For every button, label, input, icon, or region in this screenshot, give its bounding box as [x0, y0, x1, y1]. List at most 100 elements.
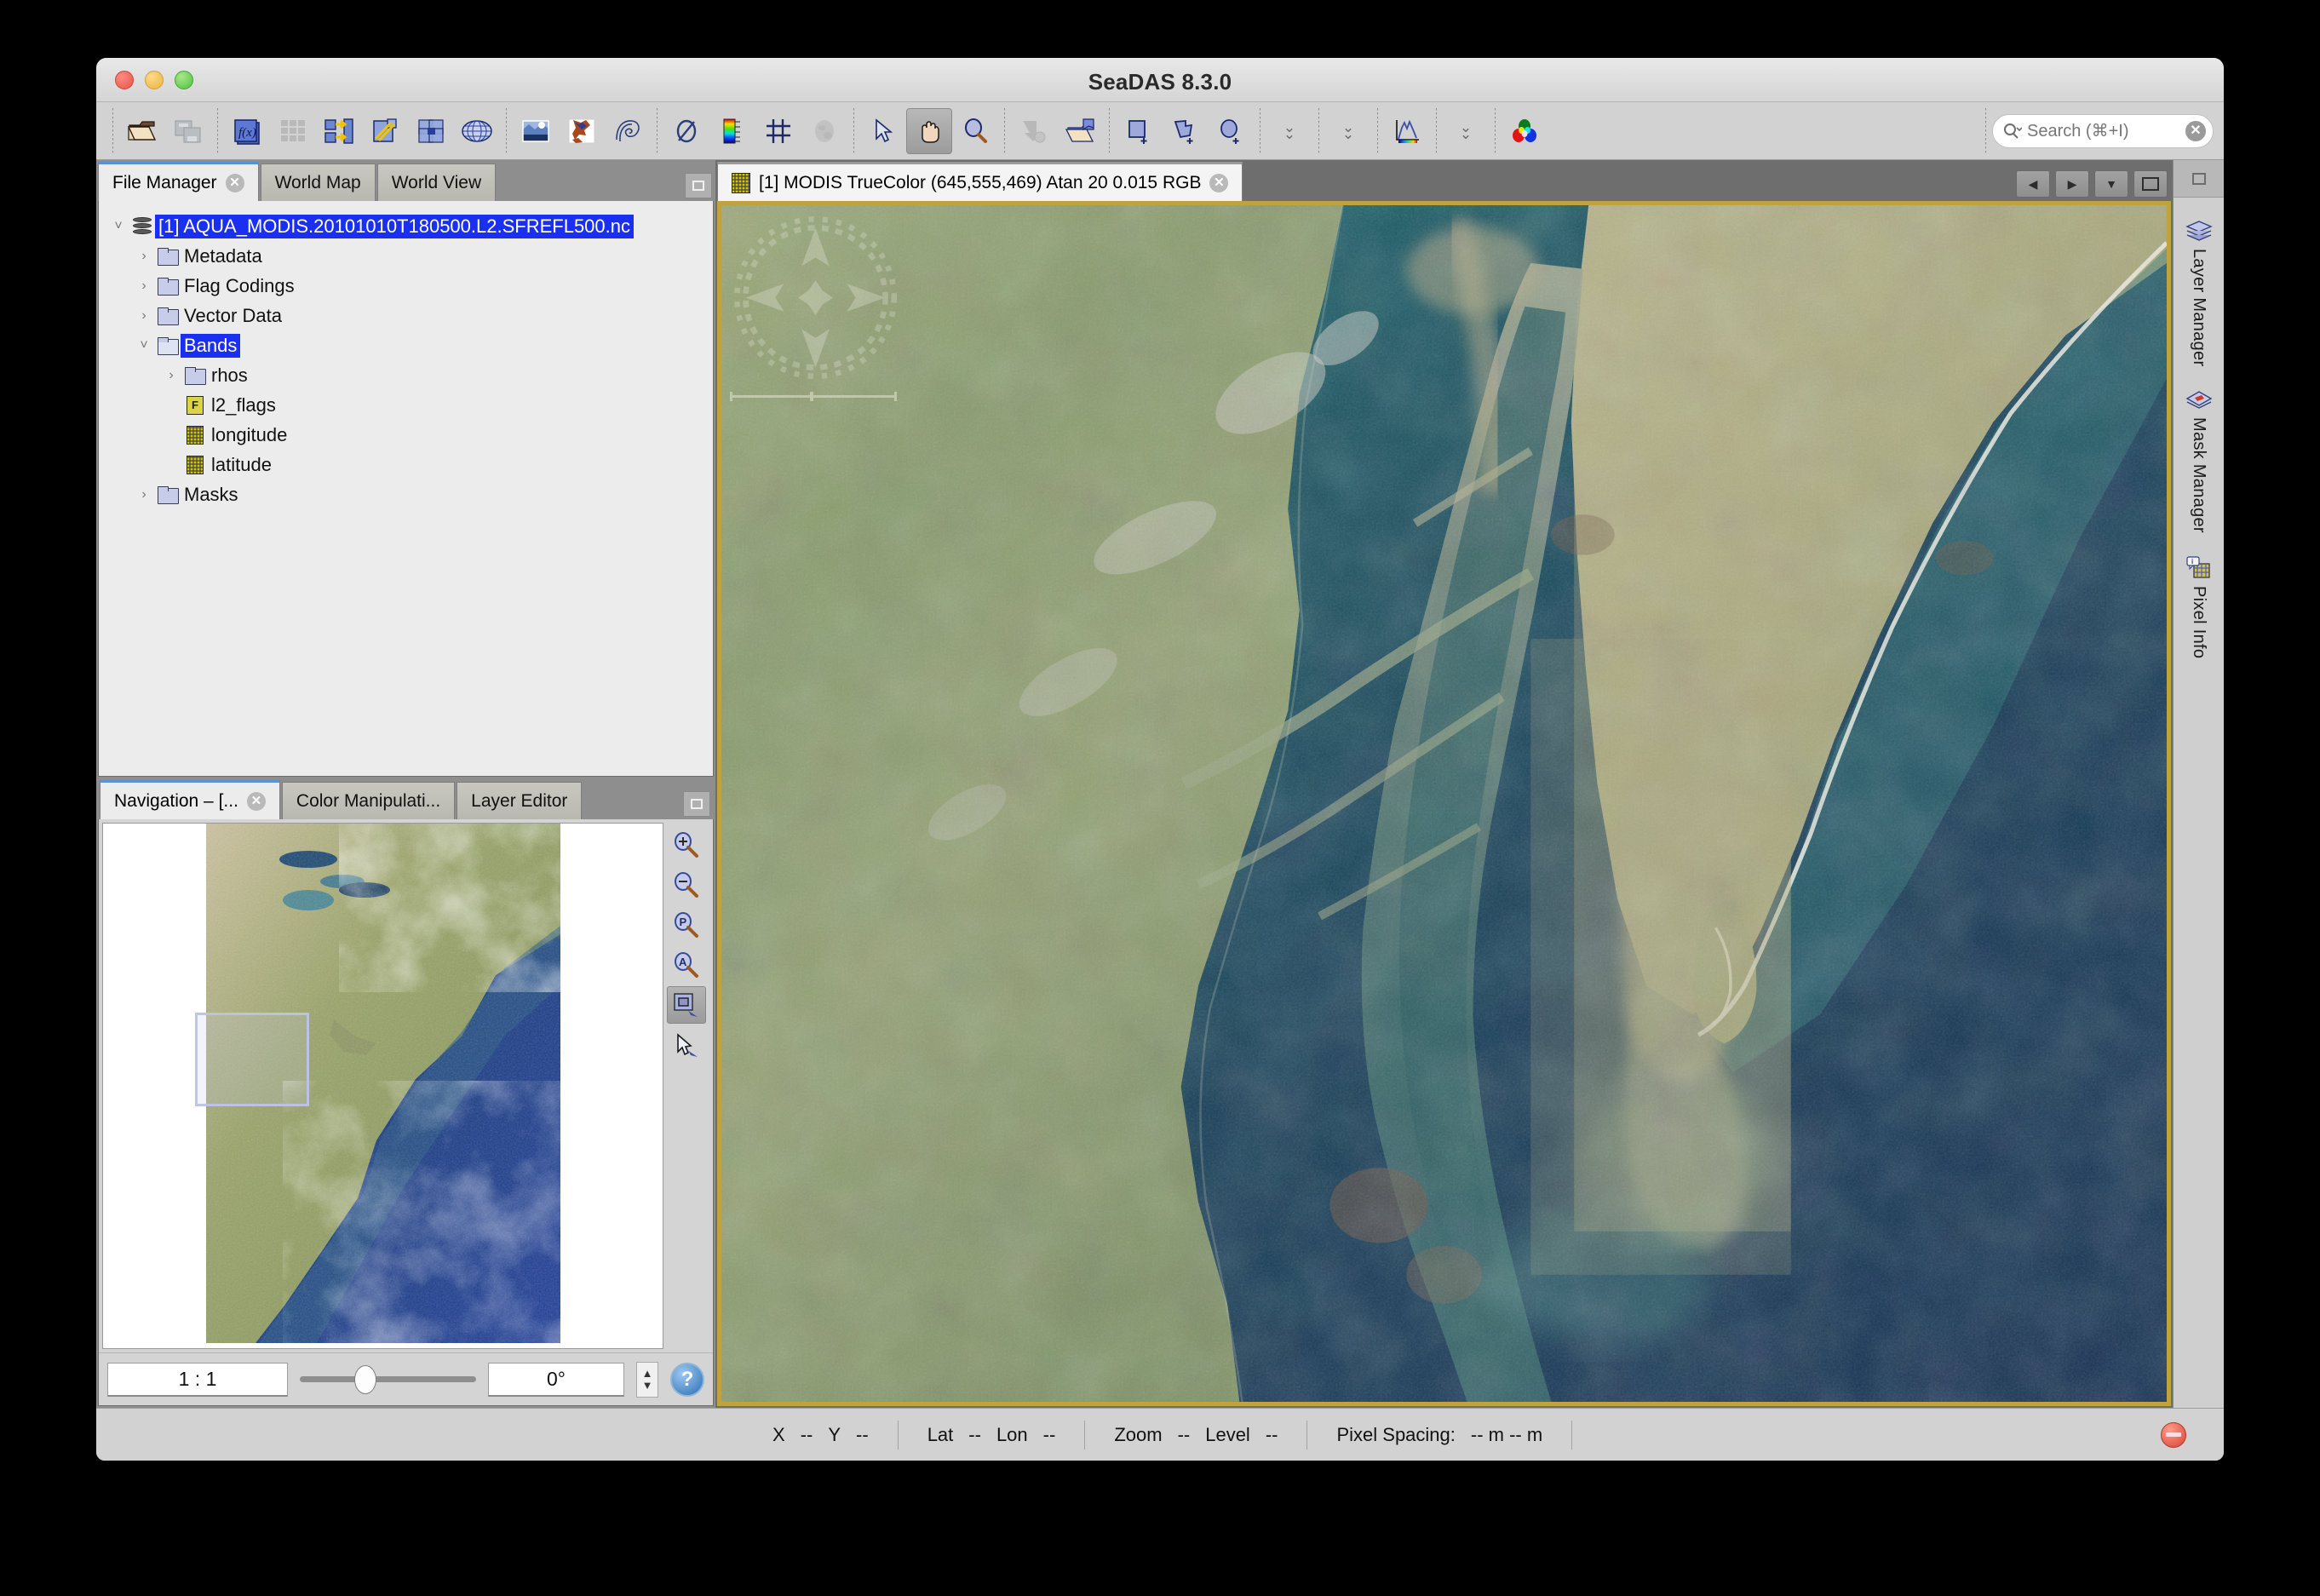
chevron-right-icon[interactable]: ›	[133, 308, 155, 324]
close-icon[interactable]: ✕	[1209, 173, 1229, 192]
rail-item-pixel-info[interactable]: i Pixel Info	[2185, 555, 2213, 659]
rail-item-layer-manager[interactable]: Layer Manager	[2185, 220, 2213, 366]
tree-node-rhos[interactable]: › rhos	[99, 360, 713, 390]
chevron-down-icon[interactable]: ⌄ ⌄	[1443, 108, 1489, 154]
toolbar-separator	[853, 107, 854, 154]
float-panel-icon[interactable]	[2174, 160, 2224, 198]
mask-overlay-icon[interactable]	[801, 108, 847, 154]
rgb-profile-icon[interactable]	[1502, 108, 1548, 154]
tree-node-product-label: [1] AQUA_MODIS.20101010T180500.L2.SFREFL…	[155, 214, 634, 238]
stepper-up-icon[interactable]: ▲	[642, 1367, 653, 1380]
clear-icon[interactable]: ✕	[2185, 120, 2206, 141]
zoom-all-icon[interactable]: A	[667, 946, 706, 984]
open-product-icon[interactable]	[119, 108, 165, 154]
float-panel-icon[interactable]	[685, 173, 712, 198]
chevron-down-icon[interactable]: ⌄ ⌄	[1266, 108, 1312, 154]
tree-node-bands[interactable]: ˅ Bands	[99, 330, 713, 360]
tab-world-view[interactable]: World View	[376, 164, 497, 201]
graticule-icon[interactable]	[755, 108, 801, 154]
zoom-slider-knob[interactable]	[354, 1364, 377, 1394]
navigation-tabstrip: Navigation – [... ✕ Color Manipulati... …	[98, 778, 714, 819]
maximize-view-button[interactable]	[2133, 170, 2168, 198]
open-rgb-image-icon[interactable]	[513, 108, 559, 154]
image-view-column: [1] MODIS TrueColor (645,555,469) Atan 2…	[715, 160, 2173, 1408]
help-icon[interactable]: ?	[670, 1362, 704, 1397]
sync-cursor-icon[interactable]	[667, 1026, 706, 1064]
rotation-field[interactable]: 0°	[488, 1362, 624, 1397]
close-icon[interactable]: ✕	[246, 791, 266, 811]
chevron-right-icon[interactable]: ›	[160, 368, 182, 383]
tab-navigation[interactable]: Navigation – [... ✕	[100, 780, 280, 819]
float-panel-icon[interactable]	[683, 791, 710, 817]
navigation-panel: Navigation – [... ✕ Color Manipulati... …	[98, 778, 714, 1406]
sync-views-icon[interactable]	[667, 986, 706, 1024]
chevron-right-icon[interactable]: ›	[133, 487, 155, 502]
reprojection-icon[interactable]	[454, 108, 500, 154]
chevron-down-icon[interactable]: ˅	[107, 219, 129, 234]
tab-image-view[interactable]: [1] MODIS TrueColor (645,555,469) Atan 2…	[717, 162, 1243, 201]
tab-file-manager[interactable]: File Manager ✕	[98, 162, 259, 201]
rail-item-mask-manager[interactable]: Mask Manager	[2185, 388, 2213, 533]
colorbar-icon[interactable]	[709, 108, 755, 154]
image-view-canvas[interactable]	[717, 201, 2171, 1406]
navigation-thumbnail[interactable]	[102, 823, 663, 1349]
tree-node-masks[interactable]: › Masks	[99, 479, 713, 509]
chevron-right-icon[interactable]: ›	[133, 249, 155, 264]
search-icon	[2004, 123, 2022, 139]
tree-node-l2-flags[interactable]: › F l2_flags	[99, 390, 713, 420]
scroll-right-button[interactable]: ▶	[2055, 170, 2089, 198]
chevron-down-icon[interactable]: ⌄ ⌄	[1325, 108, 1371, 154]
tree-node-vector-data[interactable]: › Vector Data	[99, 301, 713, 330]
product-grid-icon[interactable]	[270, 108, 316, 154]
navigation-thumbnail-area: P A	[99, 819, 713, 1352]
stop-icon[interactable]	[2161, 1421, 2186, 1448]
status-zoom-value: --	[1177, 1423, 1191, 1445]
tab-list-dropdown-button[interactable]: ▼	[2094, 170, 2128, 198]
collocation-icon[interactable]	[408, 108, 454, 154]
tab-color-manipulation[interactable]: Color Manipulati...	[281, 782, 456, 819]
zoom-slider[interactable]	[300, 1363, 476, 1397]
histogram-icon[interactable]	[1384, 108, 1430, 154]
tree-node-latitude[interactable]: › latitude	[99, 450, 713, 479]
scroll-left-button[interactable]: ◀	[2016, 170, 2050, 198]
navigation-viewport-box[interactable]	[195, 1013, 309, 1106]
close-icon[interactable]: ✕	[225, 173, 244, 192]
rotation-stepper[interactable]: ▲ ▼	[636, 1361, 658, 1398]
subset-icon[interactable]	[362, 108, 408, 154]
file-manager-panel: ˅ [1] AQUA_MODIS.20101010T180500.L2.SFRE…	[98, 201, 714, 777]
status-lon-label: Lon	[996, 1423, 1028, 1445]
zoom-factor-field[interactable]: 1 : 1	[107, 1362, 288, 1397]
contour-icon[interactable]	[605, 108, 651, 154]
tree-node-metadata[interactable]: › Metadata	[99, 241, 713, 271]
save-product-icon[interactable]	[165, 108, 211, 154]
open-session-icon[interactable]	[1057, 108, 1103, 154]
pan-tool-icon[interactable]	[906, 107, 952, 154]
selection-tool-icon[interactable]	[860, 108, 906, 154]
zoom-to-pixel-icon[interactable]: P	[667, 906, 706, 944]
tree-node-flag-codings[interactable]: › Flag Codings	[99, 271, 713, 301]
rectangle-drawing-icon[interactable]	[1116, 108, 1162, 154]
landmask-icon[interactable]	[559, 108, 605, 154]
tree-node-product[interactable]: ˅ [1] AQUA_MODIS.20101010T180500.L2.SFRE…	[99, 211, 713, 241]
tab-color-manipulation-label: Color Manipulati...	[296, 790, 441, 811]
search-input[interactable]: Search (⌘+I) ✕	[1992, 113, 2214, 148]
zoom-out-icon[interactable]	[667, 866, 706, 904]
folder-icon	[155, 307, 181, 325]
export-view-icon[interactable]	[1011, 108, 1057, 154]
band-maths-icon[interactable]: f(x)	[224, 108, 270, 154]
image-band-icon	[732, 172, 750, 193]
chevron-right-icon[interactable]: ›	[133, 278, 155, 294]
no-data-overlay-icon[interactable]	[663, 108, 709, 154]
tab-world-view-label: World View	[391, 172, 482, 192]
tab-layer-editor[interactable]: Layer Editor	[457, 782, 583, 819]
band-select-icon[interactable]	[316, 108, 362, 154]
ellipse-drawing-icon[interactable]	[1208, 108, 1254, 154]
chevron-down-icon[interactable]: ˅	[133, 338, 155, 353]
zoom-in-icon[interactable]	[667, 826, 706, 864]
status-zoom-label: Zoom	[1114, 1423, 1163, 1445]
polygon-drawing-icon[interactable]	[1162, 108, 1208, 154]
tab-world-map[interactable]: World Map	[260, 164, 376, 201]
zoom-tool-icon[interactable]	[952, 108, 998, 154]
stepper-down-icon[interactable]: ▼	[642, 1379, 653, 1392]
tree-node-longitude[interactable]: › longitude	[99, 420, 713, 450]
